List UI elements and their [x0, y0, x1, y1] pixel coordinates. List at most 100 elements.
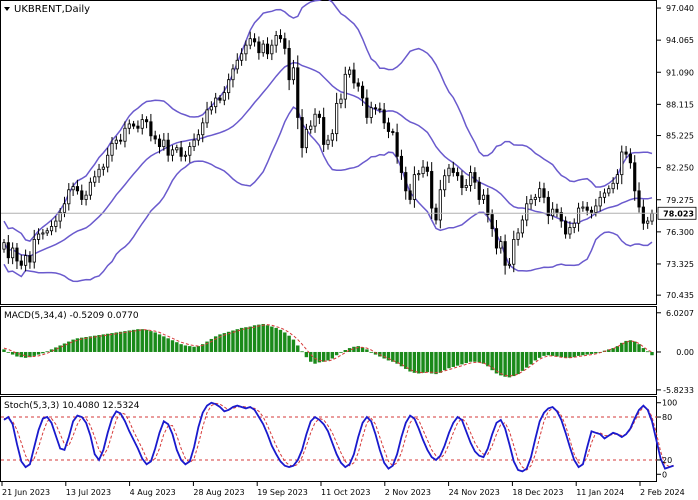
- macd-histogram-bar: [624, 340, 628, 352]
- macd-histogram-bar: [650, 351, 654, 356]
- macd-histogram-bar: [32, 351, 36, 356]
- candle-body: [28, 255, 32, 263]
- candle-body: [136, 125, 140, 129]
- macd-histogram-bar: [183, 345, 188, 352]
- macd-histogram-bar: [296, 345, 300, 352]
- candle-body: [274, 35, 278, 46]
- candle-body: [119, 139, 123, 142]
- candle-body: [114, 139, 118, 144]
- macd-histogram-bar: [131, 329, 136, 352]
- macd-histogram-bar: [41, 351, 45, 354]
- macd-histogram-bar: [594, 351, 598, 354]
- candle-body: [343, 73, 347, 100]
- macd-histogram-bar: [425, 351, 430, 373]
- candle-body: [564, 220, 568, 235]
- candle-body: [425, 166, 429, 172]
- candle-body: [542, 188, 546, 198]
- candle-body: [196, 134, 200, 141]
- macd-histogram-bar: [257, 324, 261, 352]
- macd-y-tick-label: 6.0207: [666, 309, 694, 318]
- candle-body: [373, 107, 378, 110]
- macd-histogram-bar: [395, 351, 399, 364]
- candle-body: [36, 233, 41, 240]
- candle-body: [585, 206, 589, 211]
- stoch-values: 10.4080 12.5324: [62, 401, 140, 411]
- candle-body: [2, 242, 6, 250]
- macd-histogram-bar: [490, 351, 494, 371]
- macd-histogram-bar: [628, 340, 633, 352]
- candle-body: [296, 67, 300, 118]
- candle-body: [317, 113, 321, 118]
- macd-histogram-bar: [576, 351, 581, 356]
- candle-body: [620, 151, 624, 176]
- macd-values: -0.5209 0.0770: [70, 311, 139, 321]
- candle-body: [265, 43, 270, 55]
- candle-body: [598, 196, 602, 207]
- macd-histogram-bar: [633, 341, 637, 352]
- macd-histogram-bar: [149, 331, 153, 352]
- candle-body: [637, 190, 641, 208]
- candle-body: [434, 207, 438, 221]
- candle-body: [261, 43, 265, 54]
- macd-histogram-bar: [421, 351, 425, 373]
- candle-body: [157, 138, 162, 148]
- macd-histogram-bar: [261, 323, 265, 352]
- macd-histogram-bar: [334, 351, 339, 356]
- macd-histogram-bar: [231, 330, 235, 352]
- candle-body: [456, 172, 460, 177]
- date-tick-label: 28 Aug 2023: [193, 488, 244, 497]
- candle-body: [240, 53, 244, 61]
- macd-histogram-bar: [516, 351, 520, 375]
- macd-histogram-bar: [97, 335, 101, 352]
- stoch-y-tick-label: 0: [662, 470, 667, 479]
- candle-body: [235, 59, 239, 70]
- macd-histogram-bar: [54, 347, 58, 352]
- macd-histogram-bar: [369, 351, 373, 353]
- candle-body: [538, 188, 542, 198]
- macd-histogram-bar: [581, 351, 585, 356]
- macd-histogram-bar: [196, 346, 201, 352]
- macd-histogram-bar: [460, 351, 464, 365]
- macd-histogram-bar: [525, 351, 529, 368]
- candle-body: [386, 122, 391, 132]
- candle-body: [494, 228, 499, 249]
- candle-body: [127, 123, 131, 129]
- candle-body: [360, 85, 365, 99]
- candle-body: [313, 113, 317, 127]
- candle-body: [218, 97, 222, 101]
- date-tick-label: 11 Jan 2024: [576, 488, 624, 497]
- candle-body: [231, 68, 235, 81]
- macd-y-tick-label: -5.8233: [663, 386, 694, 395]
- macd-histogram-bar: [481, 351, 486, 364]
- macd-histogram-bar: [438, 351, 443, 373]
- macd-histogram-bar: [252, 325, 257, 352]
- macd-histogram-bar: [45, 351, 49, 353]
- candle-body: [166, 139, 170, 156]
- date-tick-label: 4 Aug 2023: [130, 488, 176, 497]
- macd-histogram-bar: [175, 342, 179, 352]
- candle-body: [473, 172, 477, 183]
- macd-histogram-bar: [123, 331, 127, 352]
- candle-body: [391, 131, 395, 133]
- candle-body: [555, 208, 559, 213]
- macd-histogram-bar: [144, 329, 149, 352]
- candle-body: [602, 192, 607, 198]
- macd-histogram-bar: [192, 346, 196, 352]
- candle-body: [365, 97, 369, 118]
- macd-histogram-bar: [313, 351, 317, 364]
- candle-body: [101, 166, 105, 170]
- candle-body: [84, 194, 88, 200]
- candle-body: [378, 108, 382, 111]
- date-tick-label: 11 Oct 2023: [321, 488, 370, 497]
- macd-histogram-bar: [563, 351, 568, 358]
- candle-body: [283, 38, 287, 49]
- candle-body: [525, 203, 529, 221]
- macd-histogram-bar: [166, 338, 170, 352]
- candle-body: [503, 241, 507, 266]
- price-y-tick-label: 82.250: [666, 164, 694, 173]
- macd-histogram-bar: [244, 327, 248, 352]
- price-y-tick-label: 76.300: [666, 228, 694, 237]
- macd-histogram-bar: [468, 351, 473, 362]
- macd-title: MACD(5,34,4) -0.5209 0.0770: [4, 311, 139, 321]
- candle-body: [533, 196, 537, 200]
